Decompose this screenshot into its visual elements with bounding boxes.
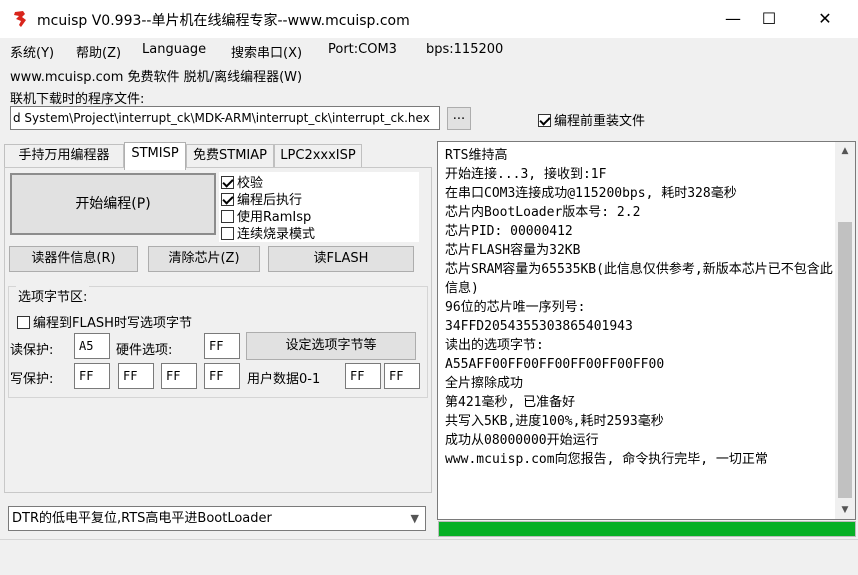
- option-bytes-legend: 选项字节区:: [16, 286, 90, 305]
- menu-bar: 系统(Y) 帮助(Z) Language 搜索串口(X) Port:COM3 b…: [0, 38, 858, 64]
- write-protect-field[interactable]: FF: [74, 363, 110, 389]
- log-line: 芯片PID: 00000412: [445, 224, 573, 239]
- scroll-down-icon[interactable]: ▼: [835, 501, 855, 519]
- checkbox-unchecked-icon: [221, 227, 234, 240]
- continuous-burn-checkbox[interactable]: 连续烧录模式: [221, 223, 315, 242]
- mcuisp-logo-icon: [14, 11, 26, 27]
- menu-port[interactable]: Port:COM3: [328, 42, 397, 57]
- log-line: RTS维持高: [445, 148, 508, 163]
- write-option-bytes-checkbox[interactable]: 编程到FLASH时写选项字节: [17, 312, 192, 331]
- scroll-thumb[interactable]: [838, 222, 852, 498]
- reload-before-program-checkbox[interactable]: 编程前重装文件: [538, 110, 645, 129]
- browse-button[interactable]: ...: [447, 107, 471, 130]
- write-protect-label: 写保护:: [10, 372, 54, 387]
- continuous-burn-label: 连续烧录模式: [237, 227, 316, 242]
- scroll-up-icon[interactable]: ▲: [835, 142, 855, 160]
- write-protect-field[interactable]: FF: [161, 363, 197, 389]
- log-line: 34FFD2054355303865401943: [445, 319, 633, 334]
- close-button[interactable]: ✕: [802, 0, 848, 38]
- log-line: 开始连接...3, 接收到:1F: [445, 167, 607, 182]
- read-protect-field[interactable]: A5: [74, 333, 110, 359]
- program-options: 校验 编程后执行 使用RamIsp 连续烧录模式: [219, 172, 419, 242]
- log-line: 全片擦除成功: [445, 376, 524, 391]
- checkbox-unchecked-icon: [17, 316, 30, 329]
- reset-mode-select[interactable]: DTR的低电平复位,RTS高电平进BootLoader ▼: [8, 506, 426, 531]
- log-line: 芯片内BootLoader版本号: 2.2: [445, 205, 641, 220]
- read-device-info-button[interactable]: 读器件信息(R): [9, 246, 138, 272]
- reset-mode-value: DTR的低电平复位,RTS高电平进BootLoader: [12, 511, 272, 526]
- checkbox-checked-icon: [221, 176, 234, 189]
- read-flash-button[interactable]: 读FLASH: [268, 246, 414, 272]
- set-option-bytes-button[interactable]: 设定选项字节等: [246, 332, 416, 360]
- erase-chip-button[interactable]: 清除芯片(Z): [148, 246, 260, 272]
- menu-language[interactable]: Language: [142, 42, 206, 57]
- user-data-field[interactable]: FF: [345, 363, 381, 389]
- read-protect-label: 读保护:: [10, 343, 54, 358]
- log-line: 96位的芯片唯一序列号:: [445, 300, 586, 315]
- program-file-path-input[interactable]: d System\Project\interrupt_ck\MDK-ARM\in…: [10, 106, 440, 130]
- log-line: 芯片FLASH容量为32KB: [445, 243, 581, 258]
- tab-free-stmiap[interactable]: 免费STMIAP: [186, 144, 274, 168]
- checkbox-checked-icon: [221, 193, 234, 206]
- tab-handheld-programmer[interactable]: 手持万用编程器: [4, 144, 124, 168]
- log-scrollbar[interactable]: ▲ ▼: [835, 142, 855, 519]
- checkbox-unchecked-icon: [221, 210, 234, 223]
- progress-bar: [438, 521, 856, 537]
- log-line: 芯片SRAM容量为65535KB(此信息仅供参考,新版本芯片已不包含此信息): [445, 262, 833, 296]
- window-title: mcuisp V0.993--单片机在线编程专家--www.mcuisp.com: [37, 13, 410, 29]
- log-line: 在串口COM3连接成功@115200bps, 耗时328毫秒: [445, 186, 737, 201]
- log-line: 读出的选项字节:: [445, 338, 544, 353]
- log-line: 第421毫秒, 已准备好: [445, 395, 576, 410]
- log-text: RTS维持高开始连接...3, 接收到:1F 在串口COM3连接成功@115200…: [445, 146, 833, 469]
- status-bar: [0, 539, 858, 575]
- menu-system[interactable]: 系统(Y): [10, 42, 54, 61]
- menu-help[interactable]: 帮助(Z): [76, 42, 121, 61]
- reload-label: 编程前重装文件: [554, 114, 646, 129]
- menu-bps[interactable]: bps:115200: [426, 42, 503, 57]
- program-file-label: 联机下载时的程序文件:: [10, 92, 145, 107]
- log-line: A55AFF00FF00FF00FF00FF00FF00: [445, 357, 665, 372]
- write-protect-field[interactable]: FF: [118, 363, 154, 389]
- write-option-bytes-label: 编程到FLASH时写选项字节: [33, 316, 192, 331]
- hardware-option-label: 硬件选项:: [116, 343, 173, 358]
- log-line: 成功从08000000开始运行: [445, 433, 599, 448]
- menu-offline-programmer[interactable]: www.mcuisp.com 免费软件 脱机/离线编程器(W): [10, 66, 302, 85]
- checkbox-checked-icon: [538, 114, 551, 127]
- menu-search-port[interactable]: 搜索串口(X): [231, 42, 302, 61]
- chevron-down-icon: ▼: [410, 512, 419, 525]
- log-output[interactable]: RTS维持高开始连接...3, 接收到:1F 在串口COM3连接成功@115200…: [437, 141, 856, 520]
- tab-lpc2xxxisp[interactable]: LPC2xxxISP: [274, 144, 362, 168]
- tab-stmisp[interactable]: STMISP: [124, 142, 186, 170]
- maximize-button[interactable]: ☐: [746, 0, 792, 38]
- write-protect-field[interactable]: FF: [204, 363, 240, 389]
- start-programming-button[interactable]: 开始编程(P): [10, 173, 216, 235]
- log-line: www.mcuisp.com向您报告, 命令执行完毕, 一切正常: [445, 452, 768, 467]
- user-data-label: 用户数据0-1: [247, 372, 321, 387]
- log-line: 共写入5KB,进度100%,耗时2593毫秒: [445, 414, 664, 429]
- progress-fill: [439, 522, 855, 536]
- user-data-field[interactable]: FF: [384, 363, 420, 389]
- hardware-option-field[interactable]: FF: [204, 333, 240, 359]
- title-bar: mcuisp V0.993--单片机在线编程专家--www.mcuisp.com…: [0, 0, 858, 38]
